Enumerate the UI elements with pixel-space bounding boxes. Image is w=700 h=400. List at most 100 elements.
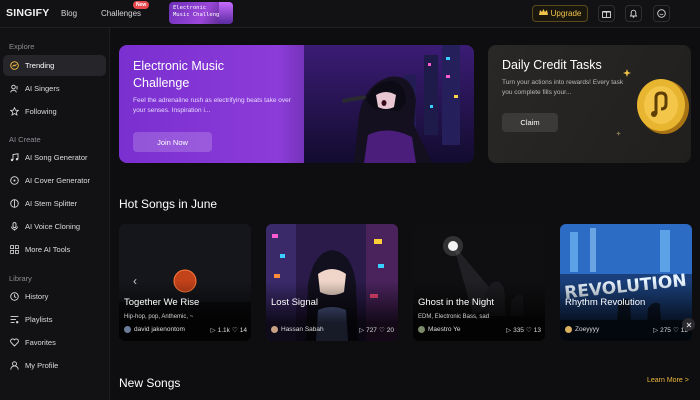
sidebar-item-ai-cover-generator[interactable]: AI Cover Generator bbox=[3, 170, 106, 191]
challenge-banner[interactable]: Electronic Music Challenge Feel the adre… bbox=[119, 45, 474, 163]
like-icon: ♡ bbox=[231, 327, 238, 334]
nav-challenges[interactable]: Challenges bbox=[101, 9, 141, 18]
stem-icon bbox=[10, 199, 19, 208]
song-title: Ghost in the Night bbox=[418, 297, 495, 308]
song-stats: ▷ 335 ♡ 13 bbox=[506, 326, 541, 335]
playlist-icon bbox=[10, 315, 19, 324]
close-icon bbox=[686, 322, 691, 327]
song-stats: ▷ 727 ♡ 20 bbox=[359, 326, 394, 335]
song-stats: ▷ 1.1k ♡ 14 bbox=[210, 326, 247, 335]
sidebar-item-label: Favorites bbox=[25, 338, 56, 347]
sidebar-item-more-ai-tools[interactable]: More AI Tools bbox=[3, 239, 106, 260]
section-library: Library bbox=[9, 274, 32, 283]
play-icon: ▷ bbox=[506, 327, 512, 334]
hot-songs-heading: Hot Songs in June bbox=[119, 197, 218, 211]
like-icon: ♡ bbox=[525, 327, 532, 334]
gold-coin-icon bbox=[637, 79, 689, 134]
learn-more-link[interactable]: Learn More > bbox=[647, 377, 689, 384]
song-author[interactable]: Hassan Sabah bbox=[271, 326, 324, 333]
avatar bbox=[271, 326, 278, 333]
sidebar-item-ai-voice-cloning[interactable]: AI Voice Cloning bbox=[3, 216, 106, 237]
sidebar-item-ai-stem-splitter[interactable]: AI Stem Splitter bbox=[3, 193, 106, 214]
sidebar-item-ai-singers[interactable]: AI Singers bbox=[3, 78, 106, 99]
avatar bbox=[418, 326, 425, 333]
avatar bbox=[565, 326, 572, 333]
app-logo[interactable]: SINGIFY bbox=[6, 7, 49, 19]
like-count: 13 bbox=[533, 326, 541, 334]
sidebar-item-label: AI Stem Splitter bbox=[25, 199, 78, 208]
sidebar-item-playlists[interactable]: Playlists bbox=[3, 309, 106, 330]
song-title: Rhythm Revolution bbox=[565, 297, 646, 308]
play-count: 335 bbox=[513, 326, 524, 334]
banner-title: Electronic Music Challenge bbox=[133, 59, 224, 90]
carousel-next-button[interactable] bbox=[682, 318, 695, 331]
microphone-icon bbox=[10, 222, 19, 231]
song-card-lost-signal[interactable]: Lost Signal Hassan Sabah ▷ 727 ♡ 20 bbox=[266, 224, 398, 341]
song-author[interactable]: Zoeyyyy bbox=[565, 326, 599, 333]
sidebar-item-label: More AI Tools bbox=[25, 245, 71, 254]
sidebar-item-favorites[interactable]: Favorites bbox=[3, 332, 106, 353]
sidebar-item-label: History bbox=[25, 292, 49, 301]
sidebar-item-label: Trending bbox=[25, 61, 55, 70]
play-count: 727 bbox=[366, 326, 377, 334]
sidebar-item-my-profile[interactable]: My Profile bbox=[3, 355, 106, 376]
song-title: Lost Signal bbox=[271, 297, 319, 308]
carousel-prev-icon[interactable]: ‹ bbox=[133, 274, 137, 288]
singer-illustration bbox=[304, 45, 474, 163]
song-card-together-we-rise[interactable]: ‹ Together We Rise Hip-hop, pop, Anthemi… bbox=[119, 224, 251, 341]
crown-icon bbox=[538, 9, 548, 18]
promo-thumbnail bbox=[219, 2, 233, 24]
chat-icon[interactable] bbox=[653, 5, 670, 22]
sidebar-item-label: Playlists bbox=[25, 315, 53, 324]
author-name: Maestro Ye bbox=[428, 326, 461, 333]
new-badge: New bbox=[133, 1, 150, 9]
star-icon bbox=[10, 107, 19, 116]
heart-icon bbox=[10, 338, 19, 347]
section-explore: Explore bbox=[9, 42, 35, 51]
play-icon: ▷ bbox=[210, 327, 216, 334]
sidebar-item-label: AI Cover Generator bbox=[25, 176, 91, 185]
credit-description: Turn your actions into rewards! Every ta… bbox=[502, 79, 624, 96]
sparkle-icon bbox=[616, 131, 621, 136]
gift-icon[interactable] bbox=[598, 5, 615, 22]
singer-icon bbox=[10, 84, 19, 93]
new-songs-heading: New Songs bbox=[119, 376, 181, 390]
history-icon bbox=[10, 292, 19, 301]
song-author[interactable]: Maestro Ye bbox=[418, 326, 461, 333]
sidebar-item-label: AI Singers bbox=[25, 84, 60, 93]
trending-icon bbox=[10, 61, 19, 70]
author-name: Hassan Sabah bbox=[281, 326, 324, 333]
bell-icon[interactable] bbox=[625, 5, 642, 22]
disc-icon bbox=[10, 176, 19, 185]
sidebar-item-label: Following bbox=[25, 107, 57, 116]
song-tags: EDM, Electronic Bass, sad bbox=[418, 314, 490, 320]
play-count: 275 bbox=[660, 326, 671, 334]
like-icon: ♡ bbox=[672, 327, 679, 334]
nav-blog[interactable]: Blog bbox=[61, 9, 77, 18]
song-author[interactable]: david jakenontom bbox=[124, 326, 185, 333]
song-title: Together We Rise bbox=[124, 297, 200, 308]
promo-electronic-music-challenge[interactable]: Electronic Music Challenge bbox=[169, 2, 233, 24]
sidebar: Explore Trending AI Singers Following AI… bbox=[0, 28, 110, 400]
sidebar-item-trending[interactable]: Trending bbox=[3, 55, 106, 76]
daily-credit-banner[interactable]: Daily Credit Tasks Turn your actions int… bbox=[488, 45, 691, 163]
sparkle-icon bbox=[623, 69, 631, 77]
play-icon: ▷ bbox=[359, 327, 365, 334]
sidebar-item-following[interactable]: Following bbox=[3, 101, 106, 122]
song-card-ghost-in-the-night[interactable]: Ghost in the Night EDM, Electronic Bass,… bbox=[413, 224, 545, 341]
banner-description: Feel the adrenaline rush as electrifying… bbox=[133, 97, 291, 114]
sidebar-item-history[interactable]: History bbox=[3, 286, 106, 307]
upgrade-label: Upgrade bbox=[550, 9, 582, 18]
sidebar-item-label: AI Voice Cloning bbox=[25, 222, 81, 231]
play-count: 1.1k bbox=[217, 326, 230, 334]
user-icon bbox=[10, 361, 19, 370]
author-name: david jakenontom bbox=[134, 326, 185, 333]
song-card-rhythm-revolution[interactable]: REVOLUTION Rhythm Revolution Zoeyyyy ▷27… bbox=[560, 224, 692, 341]
join-now-button[interactable]: Join Now bbox=[133, 132, 212, 152]
sidebar-item-ai-song-generator[interactable]: AI Song Generator bbox=[3, 147, 106, 168]
claim-button[interactable]: Claim bbox=[502, 113, 558, 132]
upgrade-button[interactable]: Upgrade bbox=[532, 5, 588, 22]
song-tags: Hip-hop, pop, Anthemic, ~ bbox=[124, 314, 194, 320]
like-count: 20 bbox=[386, 326, 394, 334]
author-name: Zoeyyyy bbox=[575, 326, 600, 333]
